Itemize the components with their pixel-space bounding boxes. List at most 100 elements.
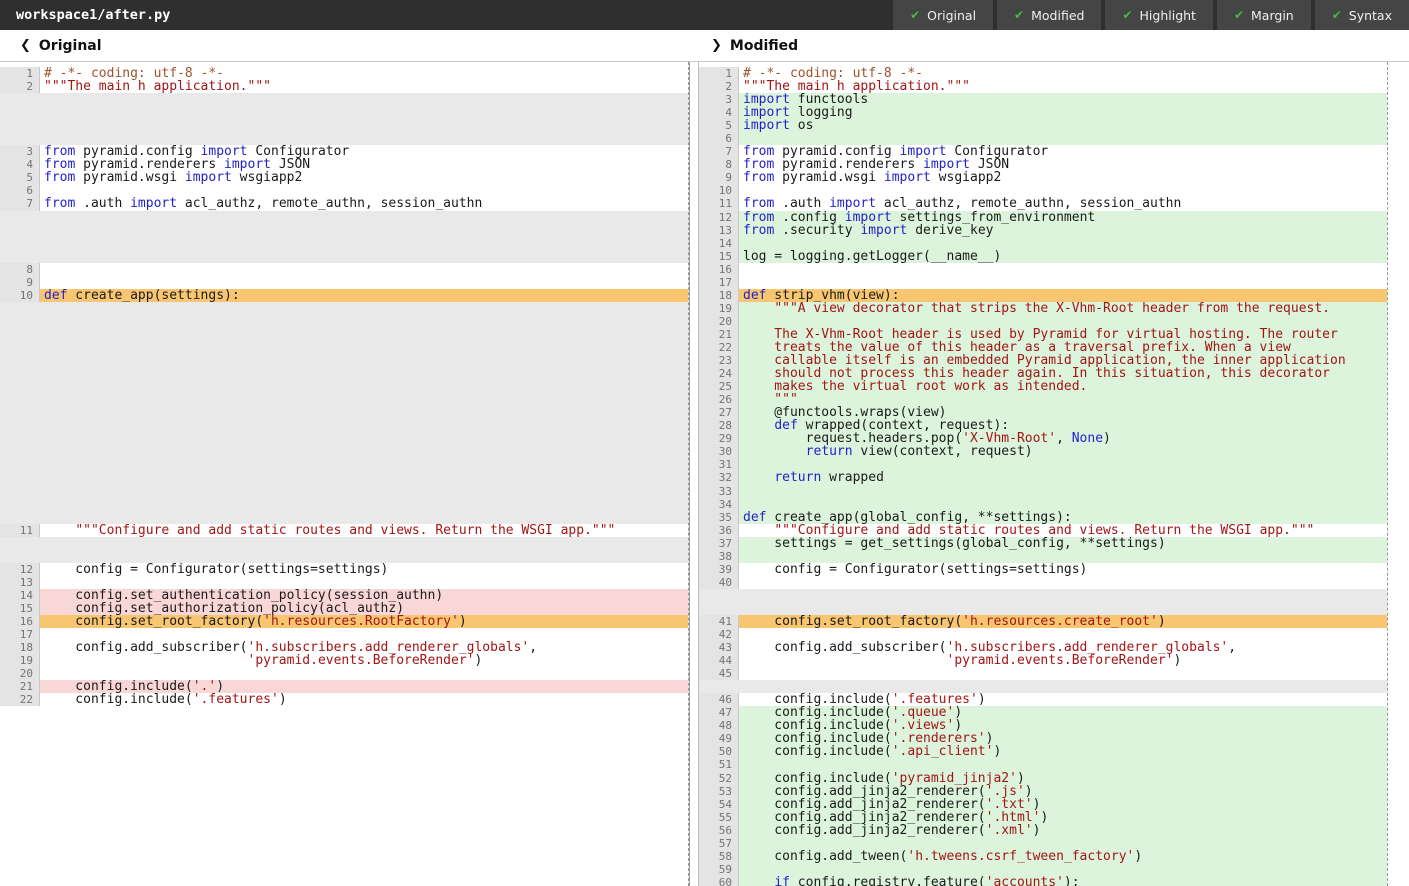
code-line: 4from pyramid.renderers import JSON: [0, 158, 689, 171]
line-number: 18: [0, 641, 40, 654]
line-number: 55: [699, 811, 739, 824]
line-text: """Configure and add static routes and v…: [40, 524, 688, 537]
code-line: 41 config.set_root_factory('h.resources.…: [699, 615, 1409, 628]
line-text: [739, 576, 1387, 589]
line-number: 12: [699, 211, 739, 224]
line-text: settings = get_settings(global_config, *…: [739, 537, 1387, 550]
line-number: 36: [699, 524, 739, 537]
line-number: 38: [699, 550, 739, 563]
code-line: 26 """: [699, 393, 1409, 406]
line-text: if config.registry.feature('accounts'):: [739, 876, 1387, 886]
line-text: # -*- coding: utf-8 -*-: [739, 67, 1387, 80]
line-text: The X-Vhm-Root header is used by Pyramid…: [739, 328, 1387, 341]
line-text: return wrapped: [739, 471, 1387, 484]
code-line: 13from .security import derive_key: [699, 224, 1409, 237]
line-number: 5: [0, 171, 40, 184]
line-text: should not process this header again. In…: [739, 367, 1387, 380]
line-number: 20: [699, 315, 739, 328]
line-number: 14: [699, 237, 739, 250]
modified-pane[interactable]: 1# -*- coding: utf-8 -*-2"""The main h a…: [698, 62, 1409, 886]
code-line: 57: [699, 837, 1409, 850]
code-line: 36 """Configure and add static routes an…: [699, 524, 1409, 537]
line-number: 25: [699, 380, 739, 393]
line-text: """Configure and add static routes and v…: [739, 524, 1387, 537]
code-line: 16: [699, 263, 1409, 276]
line-number: 50: [699, 745, 739, 758]
line-number: 6: [0, 184, 40, 197]
code-line: 43 config.add_subscriber('h.subscribers.…: [699, 641, 1409, 654]
line-text: from pyramid.wsgi import wsgiapp2: [40, 171, 688, 184]
line-text: """The main h application.""": [739, 80, 1387, 93]
line-number: 8: [0, 263, 40, 276]
code-line: 10def create_app(settings):: [0, 289, 689, 302]
code-line: 15 config.set_authorization_policy(acl_a…: [0, 602, 689, 615]
line-text: return view(context, request): [739, 445, 1387, 458]
line-text: makes the virtual root work as intended.: [739, 380, 1387, 393]
code-line: 5from pyramid.wsgi import wsgiapp2: [0, 171, 689, 184]
pane-separator: [690, 62, 698, 886]
code-line: 48 config.include('.views'): [699, 719, 1409, 732]
line-text: [40, 184, 688, 197]
line-text: config = Configurator(settings=settings): [739, 563, 1387, 576]
line-text: def strip_vhm(view):: [739, 289, 1387, 302]
line-text: config.include('.queue'): [739, 706, 1387, 719]
line-number: 24: [699, 367, 739, 380]
code-line: 18 config.add_subscriber('h.subscribers.…: [0, 641, 689, 654]
line-number: 19: [0, 654, 40, 667]
line-text: config.include('.features'): [739, 693, 1387, 706]
line-text: from .auth import acl_authz, remote_auth…: [739, 197, 1387, 210]
line-number: 34: [699, 498, 739, 511]
line-text: @functools.wraps(view): [739, 406, 1387, 419]
code-line: 27 @functools.wraps(view): [699, 406, 1409, 419]
line-number: 16: [0, 615, 40, 628]
line-text: # -*- coding: utf-8 -*-: [40, 67, 688, 80]
code-line: 3from pyramid.config import Configurator: [0, 145, 689, 158]
code-line: 52 config.include('pyramid_jinja2'): [699, 772, 1409, 785]
line-number: 7: [699, 145, 739, 158]
toggle-margin-button[interactable]: ✔ Margin: [1217, 0, 1311, 30]
line-number: 16: [699, 263, 739, 276]
code-line: 47 config.include('.queue'): [699, 706, 1409, 719]
line-text: """A view decorator that strips the X-Vh…: [739, 302, 1387, 315]
line-text: config.include('.views'): [739, 719, 1387, 732]
line-number: 40: [699, 576, 739, 589]
line-text: """The main h application.""": [40, 80, 688, 93]
code-line: 54 config.add_jinja2_renderer('.txt'): [699, 798, 1409, 811]
line-number: 54: [699, 798, 739, 811]
toggle-syntax-button[interactable]: ✔ Syntax: [1315, 0, 1409, 30]
line-number: 10: [0, 289, 40, 302]
line-text: config.add_subscriber('h.subscribers.add…: [739, 641, 1387, 654]
code-line: 4import logging: [699, 106, 1409, 119]
code-line: 29 request.headers.pop('X-Vhm-Root', Non…: [699, 432, 1409, 445]
code-line: 28 def wrapped(context, request):: [699, 419, 1409, 432]
line-text: [739, 550, 1387, 563]
code-line: 40: [699, 576, 1409, 589]
line-text: config.add_jinja2_renderer('.txt'): [739, 798, 1387, 811]
toggle-highlight-button[interactable]: ✔ Highlight: [1105, 0, 1213, 30]
line-text: [739, 276, 1387, 289]
line-text: log = logging.getLogger(__name__): [739, 250, 1387, 263]
code-line: 45: [699, 667, 1409, 680]
original-pane-header[interactable]: ❮ Original: [0, 30, 699, 61]
modified-pane-header[interactable]: ❯ Modified: [699, 30, 1409, 61]
toggle-modified-button[interactable]: ✔ Modified: [997, 0, 1101, 30]
line-text: [739, 758, 1387, 771]
line-text: from .config import settings_from_enviro…: [739, 211, 1387, 224]
original-pane[interactable]: 1# -*- coding: utf-8 -*-2"""The main h a…: [0, 62, 690, 886]
line-number: 46: [699, 693, 739, 706]
line-number: 41: [699, 615, 739, 628]
line-number: 18: [699, 289, 739, 302]
line-text: config.add_subscriber('h.subscribers.add…: [40, 641, 688, 654]
line-text: config.set_root_factory('h.resources.cre…: [739, 615, 1387, 628]
line-text: [739, 485, 1387, 498]
code-line: 22 config.include('.features'): [0, 693, 689, 706]
code-line: 6: [0, 184, 689, 197]
line-number: 1: [699, 67, 739, 80]
code-line: 8: [0, 263, 689, 276]
toggle-original-button[interactable]: ✔ Original: [893, 0, 993, 30]
line-text: callable itself is an embedded Pyramid a…: [739, 354, 1387, 367]
code-line: 12from .config import settings_from_envi…: [699, 211, 1409, 224]
code-line: 14 config.set_authentication_policy(sess…: [0, 589, 689, 602]
code-line: 46 config.include('.features'): [699, 693, 1409, 706]
line-text: config.set_root_factory('h.resources.Roo…: [40, 615, 688, 628]
